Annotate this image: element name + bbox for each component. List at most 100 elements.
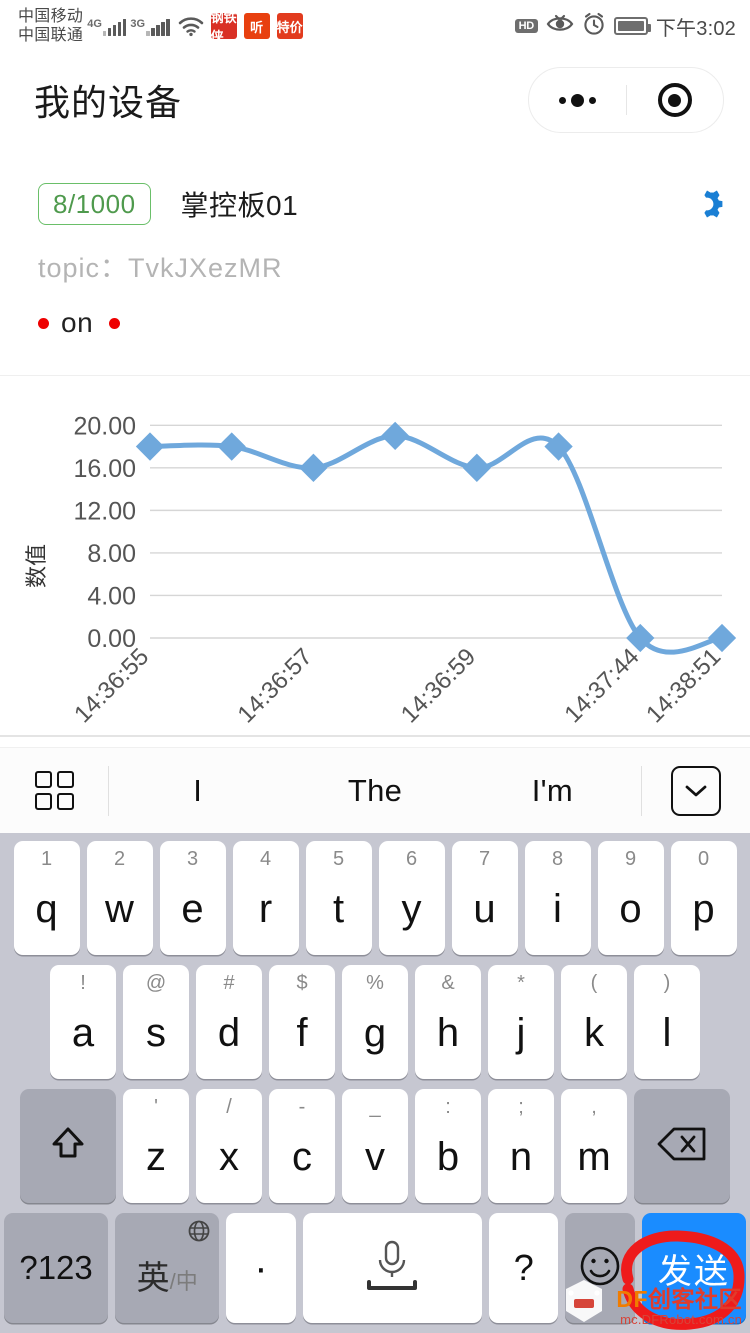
chart-gridlines	[150, 424, 722, 639]
symbols-key[interactable]: ?123	[4, 1213, 109, 1323]
space-key[interactable]	[302, 1213, 483, 1323]
key-main-label: k	[584, 1011, 604, 1055]
key-q[interactable]: 1q	[13, 841, 80, 955]
network-type-3g: 3G	[130, 18, 146, 30]
status-bar-right: HD 下午3:02	[514, 12, 736, 41]
key-l[interactable]: ) l	[634, 965, 700, 1079]
data-point[interactable]	[299, 453, 328, 482]
language-switch-key[interactable]: 英/中	[115, 1213, 220, 1323]
key-alt-label: ;	[518, 1096, 524, 1118]
key-h[interactable]: & h	[415, 965, 481, 1079]
keyboard-row-3-letters: ' z / x - c _ v: b; n, m	[123, 1089, 627, 1203]
send-button[interactable]: 发送	[641, 1213, 746, 1323]
backspace-icon	[656, 1124, 708, 1169]
keyboard-suggestion-bar: I The I'm	[0, 747, 750, 833]
hide-keyboard-button[interactable]	[642, 765, 750, 816]
question-mark-key[interactable]: ?	[489, 1213, 559, 1323]
dfrobot-logo-icon	[566, 1280, 602, 1322]
key-g[interactable]: % g	[342, 965, 408, 1079]
data-point[interactable]	[462, 453, 491, 482]
chart-svg: 20.0016.0012.008.004.000.00 数值 14:36:55 1…	[0, 412, 750, 737]
signal-bars-icon	[102, 16, 127, 36]
y-tick-label: 16.00	[73, 455, 136, 483]
data-chart[interactable]: 20.00 16.00 12.00 8.00 4.00 0.00 数值 14:36:55 1…	[0, 375, 750, 737]
x-tick-label: 14:38:51	[641, 643, 726, 728]
x-tick-label: 14:36:57	[233, 643, 318, 728]
key-y[interactable]: 6y	[378, 841, 445, 955]
device-name-label: 掌控板01	[180, 190, 299, 221]
key-j[interactable]: * j	[488, 965, 554, 1079]
key-alt-label: 0	[697, 848, 710, 870]
keyboard-panel-grid-icon[interactable]	[0, 771, 108, 810]
more-menu-button[interactable]	[529, 68, 626, 132]
backspace-key[interactable]	[634, 1089, 730, 1203]
key-alt-label: #	[223, 972, 235, 994]
key-alt-label: 5	[332, 848, 345, 870]
key-b[interactable]: :b	[415, 1089, 481, 1203]
key-alt-label: &	[441, 972, 455, 994]
keyboard-row-2: ! a @ s # d $ f% g & h * j(k) l	[4, 965, 746, 1079]
key-w[interactable]: 2w	[86, 841, 153, 955]
keyboard-row-3: ' z / x - c _ v: b; n, m	[4, 1089, 746, 1203]
message-count-badge: 8/1000	[38, 183, 151, 225]
key-main-label: x	[219, 1135, 239, 1179]
app-icon-3: 特价	[276, 13, 303, 39]
microphone-icon	[355, 1236, 429, 1301]
key-alt-label: 2	[113, 848, 126, 870]
keyboard-keys: 1q2w3e4r5t6y7u8i9o0p ! a @ s # d $ f% g & h * j(k) l …	[0, 833, 750, 1333]
key-alt-label: '	[154, 1096, 158, 1118]
key-f[interactable]: $ f	[269, 965, 335, 1079]
key-z[interactable]: ' z	[123, 1089, 189, 1203]
key-e[interactable]: 3e	[159, 841, 226, 955]
key-alt-label: 7	[478, 848, 491, 870]
suggestion-word-2[interactable]: The	[286, 773, 463, 809]
shift-key[interactable]	[20, 1089, 116, 1203]
alarm-clock-icon	[582, 12, 606, 41]
key-main-label: v	[365, 1135, 385, 1179]
y-tick-label: 8.00	[87, 540, 136, 568]
key-n[interactable]: ; n	[488, 1089, 554, 1203]
hd-badge: HD	[514, 19, 538, 33]
data-point[interactable]	[381, 421, 410, 451]
data-point[interactable]	[135, 432, 165, 461]
key-k[interactable]: (k	[561, 965, 627, 1079]
network-type-4g: 4G	[87, 18, 102, 30]
x-tick-label: 14:36:55	[69, 643, 154, 728]
key-i[interactable]: 8i	[524, 841, 591, 955]
key-s[interactable]: @ s	[123, 965, 189, 1079]
chart-data-markers	[135, 421, 737, 653]
data-point[interactable]	[217, 432, 246, 461]
x-tick-label: 14:36:59	[396, 643, 481, 728]
key-alt-label: %	[366, 972, 384, 994]
key-t[interactable]: 5t	[305, 841, 372, 955]
key-u[interactable]: 7u	[451, 841, 518, 955]
key-main-label: g	[363, 1011, 387, 1055]
key-a[interactable]: ! a	[50, 965, 116, 1079]
suggestion-word-3[interactable]: I'm	[464, 773, 641, 809]
key-m[interactable]: ,m	[561, 1089, 627, 1203]
key-p[interactable]: 0p	[670, 841, 737, 955]
device-header-row: 8/1000 掌控板01	[0, 168, 750, 240]
key-v[interactable]: _ v	[342, 1089, 408, 1203]
key-main-label: e	[181, 887, 204, 931]
close-miniprogram-button[interactable]	[627, 68, 724, 132]
data-point[interactable]	[707, 623, 737, 653]
y-tick-label: 20.00	[73, 412, 136, 440]
key-x[interactable]: / x	[196, 1089, 262, 1203]
key-main-label: c	[292, 1135, 312, 1179]
gear-icon[interactable]	[686, 184, 726, 224]
key-c[interactable]: -c	[269, 1089, 335, 1203]
signal-3g: 3G	[130, 16, 170, 36]
key-d[interactable]: # d	[196, 965, 262, 1079]
key-alt-label: /	[226, 1096, 232, 1118]
app-icon-1: 钢铁侠	[210, 13, 237, 39]
period-key[interactable]: ·	[226, 1213, 296, 1323]
key-main-label: s	[146, 1011, 166, 1055]
key-alt-label: :	[445, 1096, 451, 1118]
status-dot-right-icon	[109, 317, 121, 329]
suggestion-word-1[interactable]: I	[109, 773, 286, 809]
key-o[interactable]: 9o	[597, 841, 664, 955]
chart-x-tick-labels: 14:36:55 14:36:57 14:36:59 14:37:4414:38:51	[69, 643, 726, 728]
key-main-label: b	[436, 1135, 460, 1179]
key-r[interactable]: 4r	[232, 841, 299, 955]
